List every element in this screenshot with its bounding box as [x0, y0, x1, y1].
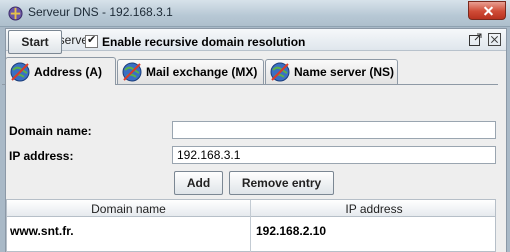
domain-name-label: Domain name: [9, 124, 92, 138]
recursive-checkbox[interactable] [85, 33, 98, 48]
app-icon [8, 6, 23, 21]
domain-name-input[interactable] [172, 121, 496, 139]
ip-address-input[interactable] [172, 146, 496, 164]
window-titlebar: Serveur DNS - 192.168.3.1 [0, 0, 510, 27]
globe-icon [122, 62, 142, 82]
tab-address-label: Address (A) [34, 64, 103, 79]
column-divider [250, 200, 251, 252]
recursive-checkbox-label: Enable recursive domain resolution [102, 35, 306, 49]
record-tabs: Address (A) Mail exchange (MX) Name serv… [5, 57, 497, 85]
column-header-ip[interactable]: IP address [251, 202, 497, 216]
tab-name-server[interactable]: Name server (NS) [265, 59, 398, 84]
globe-icon [10, 62, 30, 81]
address-table: Domain name IP address www.snt.fr. 192.1… [6, 199, 496, 252]
column-header-domain[interactable]: Domain name [7, 202, 250, 216]
table-header: Domain name IP address [7, 200, 495, 217]
tab-mail-exchange[interactable]: Mail exchange (MX) [117, 59, 264, 84]
start-button[interactable]: Start [8, 30, 62, 54]
tab-name-server-label: Name server (NS) [294, 65, 395, 79]
add-button[interactable]: Add [174, 171, 223, 195]
ip-address-label: IP address: [9, 149, 74, 163]
row-domain: www.snt.fr. [10, 224, 74, 238]
remove-entry-button[interactable]: Remove entry [229, 171, 334, 195]
tab-mail-exchange-label: Mail exchange (MX) [146, 65, 258, 79]
frame-close-button[interactable] [488, 33, 501, 46]
row-ip: 192.168.2.10 [256, 224, 327, 238]
tab-address[interactable]: Address (A) [5, 57, 116, 85]
window-title: Serveur DNS - 192.168.3.1 [28, 5, 173, 19]
globe-icon [270, 62, 290, 82]
window-close-button[interactable] [468, 1, 506, 20]
detach-icon[interactable] [469, 33, 482, 46]
